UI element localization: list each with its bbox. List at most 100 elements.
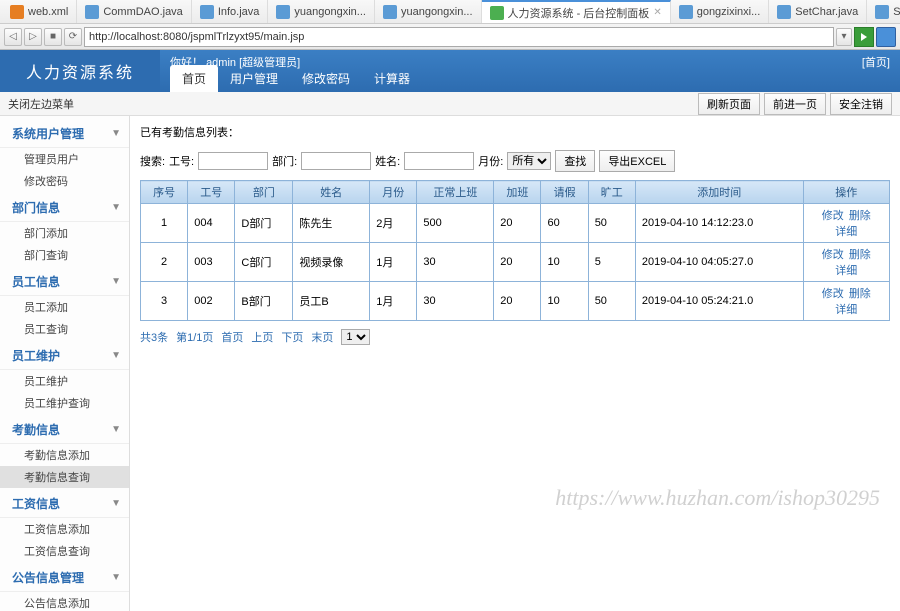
op-link[interactable]: 详细: [835, 265, 857, 277]
table-cell: 1月: [370, 243, 417, 282]
ide-tab[interactable]: 人力资源系统 - 后台控制面板✕: [482, 0, 671, 23]
pager-next[interactable]: 下页: [281, 329, 303, 345]
table-cell: 20: [494, 243, 541, 282]
menu-head-label: 公告信息管理: [12, 569, 84, 586]
ide-tab[interactable]: StrUtil.java: [867, 0, 900, 23]
op-link[interactable]: 修改: [822, 249, 844, 261]
menu-item[interactable]: 员工维护查询: [0, 392, 129, 414]
menu-item[interactable]: 工资信息添加: [0, 518, 129, 540]
ide-tab[interactable]: SetChar.java: [769, 0, 867, 23]
menu-group-head[interactable]: 系统用户管理▼: [0, 120, 129, 148]
menu-group-head[interactable]: 公告信息管理▼: [0, 564, 129, 592]
menu-group-head[interactable]: 工资信息▼: [0, 490, 129, 518]
table-row: 3002B部门员工B1月302010502019-04-10 05:24:21.…: [141, 282, 890, 321]
ide-tab[interactable]: Info.java: [192, 0, 269, 23]
toolbar-button[interactable]: 前进一页: [764, 93, 826, 115]
menu-head-label: 部门信息: [12, 199, 60, 216]
java-icon: [875, 5, 889, 19]
op-link[interactable]: 删除: [849, 249, 871, 261]
table-header: 序号: [141, 181, 188, 204]
menu-item[interactable]: 公告信息添加: [0, 592, 129, 611]
table-cell: 500: [417, 204, 494, 243]
op-link[interactable]: 详细: [835, 226, 857, 238]
menu-item[interactable]: 部门添加: [0, 222, 129, 244]
menu-group-head[interactable]: 员工维护▼: [0, 342, 129, 370]
op-link[interactable]: 删除: [849, 288, 871, 300]
browser-toolbar: ◁ ▷ ■ ⟳ ▾: [0, 24, 900, 50]
table-cell: 2019-04-10 04:05:27.0: [635, 243, 803, 282]
forward-button[interactable]: ▷: [24, 28, 42, 46]
table-header: 旷工: [588, 181, 635, 204]
main-area: 系统用户管理▼管理员用户修改密码部门信息▼部门添加部门查询员工信息▼员工添加员工…: [0, 116, 900, 611]
pager-last[interactable]: 末页: [311, 329, 333, 345]
ide-tab[interactable]: yuangongxin...: [268, 0, 375, 23]
pager-prev[interactable]: 上页: [251, 329, 273, 345]
pager-select[interactable]: 1: [341, 329, 370, 345]
menu-item[interactable]: 员工维护: [0, 370, 129, 392]
refresh-button[interactable]: ⟳: [64, 28, 82, 46]
go-button[interactable]: [854, 27, 874, 47]
toolbar-button[interactable]: 安全注销: [830, 93, 892, 115]
menu-group-head[interactable]: 员工信息▼: [0, 268, 129, 296]
op-link[interactable]: 删除: [849, 210, 871, 222]
op-link[interactable]: 修改: [822, 288, 844, 300]
close-icon[interactable]: ✕: [653, 7, 661, 18]
search-input-gonghao[interactable]: [198, 152, 268, 170]
pager-first[interactable]: 首页: [221, 329, 243, 345]
home-link[interactable]: [首页]: [862, 54, 890, 70]
menu-item[interactable]: 工资信息查询: [0, 540, 129, 562]
ide-tab[interactable]: gongzixinxi...: [671, 0, 770, 23]
table-row: 2003C部门视频录像1月30201052019-04-10 04:05:27.…: [141, 243, 890, 282]
ide-tab-label: web.xml: [28, 6, 68, 18]
stop-button[interactable]: ■: [44, 28, 62, 46]
table-cell: 60: [541, 204, 588, 243]
menu-item[interactable]: 考勤信息添加: [0, 444, 129, 466]
menu-item[interactable]: 管理员用户: [0, 148, 129, 170]
search-button[interactable]: 查找: [555, 150, 595, 172]
table-cell: 004: [188, 204, 235, 243]
ide-tab[interactable]: yuangongxin...: [375, 0, 482, 23]
toolbar-button[interactable]: 刷新页面: [698, 93, 760, 115]
menu-head-label: 考勤信息: [12, 421, 60, 438]
op-link[interactable]: 修改: [822, 210, 844, 222]
toggle-sidebar-link[interactable]: 关闭左边菜单: [8, 96, 74, 112]
menu-item[interactable]: 部门查询: [0, 244, 129, 266]
back-button[interactable]: ◁: [4, 28, 22, 46]
menu-item[interactable]: 员工添加: [0, 296, 129, 318]
table-header: 工号: [188, 181, 235, 204]
menu-item[interactable]: 考勤信息查询: [0, 466, 129, 488]
search-label-0: 工号:: [169, 153, 194, 169]
nav-tab[interactable]: 计算器: [362, 65, 422, 92]
java-icon: [777, 5, 791, 19]
nav-tab[interactable]: 首页: [170, 65, 218, 92]
menu-item[interactable]: 修改密码: [0, 170, 129, 192]
nav-tab[interactable]: 用户管理: [218, 65, 290, 92]
search-select-yuefen[interactable]: 所有: [507, 152, 551, 170]
op-link[interactable]: 详细: [835, 304, 857, 316]
ide-tab[interactable]: CommDAO.java: [77, 0, 191, 23]
cell-index: 1: [141, 204, 188, 243]
menu-group-head[interactable]: 部门信息▼: [0, 194, 129, 222]
cell-operations: 修改 删除详细: [803, 204, 889, 243]
menu-item[interactable]: 员工查询: [0, 318, 129, 340]
export-excel-button[interactable]: 导出EXCEL: [599, 150, 675, 172]
chevron-down-icon: ▼: [111, 128, 121, 139]
sidebar: 系统用户管理▼管理员用户修改密码部门信息▼部门添加部门查询员工信息▼员工添加员工…: [0, 116, 130, 611]
chevron-down-icon: ▼: [111, 276, 121, 287]
search-input-xingming[interactable]: [404, 152, 474, 170]
url-dropdown[interactable]: ▾: [836, 28, 852, 46]
menu-group-head[interactable]: 考勤信息▼: [0, 416, 129, 444]
cell-operations: 修改 删除详细: [803, 282, 889, 321]
cell-index: 3: [141, 282, 188, 321]
content-area: 已有考勤信息列表： 搜索: 工号: 部门: 姓名: 月份: 所有 查找 导出EX…: [130, 116, 900, 611]
table-cell: 002: [188, 282, 235, 321]
pager-page: 第1/1页: [176, 329, 213, 345]
search-input-bumen[interactable]: [301, 152, 371, 170]
ide-tab[interactable]: web.xml: [2, 0, 77, 23]
menu-head-label: 员工维护: [12, 347, 60, 364]
table-header: 操作: [803, 181, 889, 204]
globe-icon[interactable]: [876, 27, 896, 47]
url-input[interactable]: [84, 27, 834, 47]
ide-tab-label: SetChar.java: [795, 6, 858, 18]
nav-tab[interactable]: 修改密码: [290, 65, 362, 92]
